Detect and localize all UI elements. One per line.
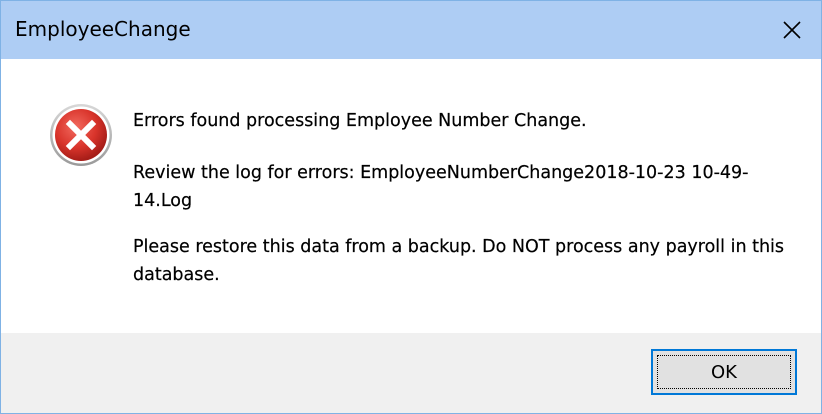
dialog-content: Errors found processing Employee Number …: [1, 59, 821, 333]
error-icon: [50, 104, 112, 166]
close-button[interactable]: [763, 1, 821, 59]
title-bar[interactable]: EmployeeChange: [1, 1, 821, 59]
error-message-log: Review the log for errors: EmployeeNumbe…: [133, 163, 749, 211]
ok-button-label: OK: [711, 362, 737, 383]
error-message-title: Errors found processing Employee Number …: [133, 111, 587, 131]
dialog-footer: OK: [1, 333, 821, 413]
error-message-instruction: Please restore this data from a backup. …: [133, 237, 785, 285]
close-icon: [783, 21, 801, 39]
message-dialog: EmployeeChange Errors found processing E…: [0, 0, 822, 414]
ok-button[interactable]: OK: [651, 349, 797, 395]
window-title: EmployeeChange: [15, 17, 191, 41]
